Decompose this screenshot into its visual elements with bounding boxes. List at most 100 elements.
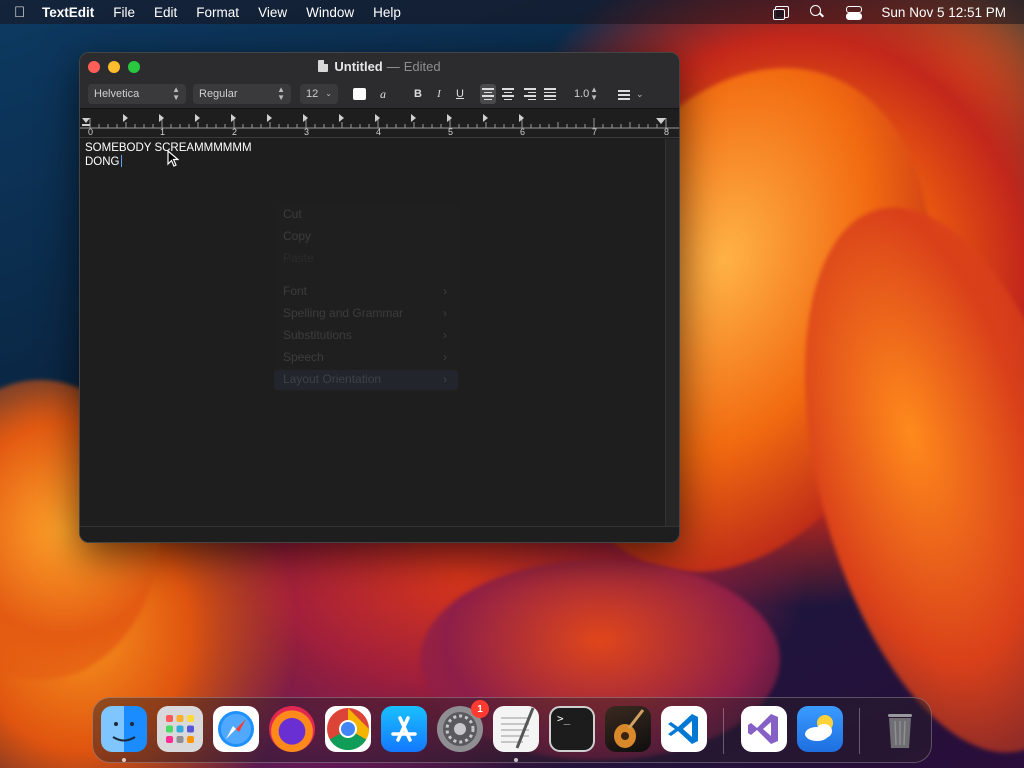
ruler-number: 8	[664, 127, 670, 137]
menu-edit[interactable]: Edit	[154, 5, 177, 20]
tab-stop-marker	[411, 114, 416, 122]
chrome-icon[interactable]	[325, 706, 371, 752]
menu-window[interactable]: Window	[306, 5, 354, 20]
context-menu-item-spelling[interactable]: Spelling and Grammar ›	[283, 306, 453, 320]
chevron-down-icon: ⌄	[636, 88, 644, 99]
popup-arrows-icon: ▲ ▼	[277, 85, 285, 102]
font-style-value: Regular	[199, 88, 238, 100]
chevron-down-icon: ⌄	[325, 89, 332, 98]
context-menu-item-substitutions[interactable]: Substitutions ›	[283, 328, 453, 342]
tab-stop-marker	[483, 114, 488, 122]
context-menu-item-paste[interactable]: Paste	[283, 251, 453, 265]
visual-studio-icon[interactable]	[741, 706, 787, 752]
menu-clock[interactable]: Sun Nov 5 12:51 PM	[881, 5, 1006, 20]
menu-help[interactable]: Help	[373, 5, 401, 20]
spotlight-search-icon[interactable]	[809, 5, 825, 19]
align-left-button[interactable]	[480, 84, 496, 104]
text-color-well[interactable]	[353, 88, 366, 100]
first-line-indent-marker	[82, 118, 90, 123]
context-menu-item-cut[interactable]: Cut	[283, 207, 453, 221]
mouse-pointer-icon	[167, 150, 179, 167]
safari-icon[interactable]	[213, 706, 259, 752]
ruler-number: 7	[592, 127, 598, 137]
menu-bar:  TextEdit File Edit Format View Window …	[0, 0, 1024, 24]
left-indent-marker	[82, 124, 90, 126]
tab-stop-marker	[267, 114, 272, 122]
terminal-icon[interactable]: >_	[549, 706, 595, 752]
ruler[interactable]: 0 1 2 3 4 5 6 7 8	[80, 110, 679, 138]
font-family-value: Helvetica	[94, 88, 140, 100]
finder-icon[interactable]	[101, 706, 147, 752]
highlight-color-button[interactable]: a	[380, 84, 394, 104]
tab-stop-marker	[195, 114, 200, 122]
tab-stop-marker	[123, 114, 128, 122]
justify-button[interactable]	[543, 84, 557, 104]
edited-status: Edited	[403, 59, 441, 74]
ruler-number: 0	[88, 127, 94, 137]
ruler-number: 1	[160, 127, 166, 137]
screen-mirroring-icon[interactable]	[773, 5, 790, 20]
apple-menu-icon[interactable]: 	[14, 4, 42, 21]
launchpad-icon[interactable]	[157, 706, 203, 752]
ruler-number: 6	[520, 127, 526, 137]
dock-divider	[859, 708, 860, 754]
tab-stop-marker	[339, 114, 344, 122]
align-center-button[interactable]	[501, 84, 515, 104]
list-icon	[618, 89, 630, 100]
window-title: Untitled — Edited	[80, 59, 679, 74]
textedit-icon[interactable]	[493, 706, 539, 752]
list-bullets-popup[interactable]: ⌄	[618, 84, 648, 104]
window-bottom-edge	[80, 526, 679, 542]
document-name[interactable]: Untitled	[334, 59, 382, 74]
font-family-popup[interactable]: Helvetica ▲ ▼	[88, 84, 186, 104]
running-indicator	[122, 758, 126, 762]
menu-format[interactable]: Format	[196, 5, 239, 20]
right-margin-marker	[656, 118, 666, 124]
dock-divider	[723, 708, 724, 754]
menu-view[interactable]: View	[258, 5, 287, 20]
chevron-right-icon: ›	[443, 284, 447, 298]
line-spacing-popup[interactable]: 1.0 ▲ ▼	[568, 84, 604, 104]
chevron-right-icon: ›	[443, 306, 447, 320]
format-toolbar: Helvetica ▲ ▼ Regular ▲ ▼ 12 ⌄ a B I U 1.0	[80, 84, 679, 106]
chevron-right-icon: ›	[443, 372, 447, 386]
context-menu-fading: Cut Copy Paste Font › Spelling and Gramma…	[274, 204, 458, 392]
document-icon[interactable]	[318, 60, 329, 72]
menu-file[interactable]: File	[113, 5, 135, 20]
ruler-number: 3	[304, 127, 310, 137]
bold-button[interactable]: B	[411, 84, 425, 104]
menu-app-name[interactable]: TextEdit	[42, 5, 94, 20]
popup-arrows-icon: ▲ ▼	[172, 85, 180, 102]
garageband-icon[interactable]	[605, 706, 651, 752]
vscode-icon[interactable]	[661, 706, 707, 752]
system-settings-icon[interactable]: 1	[437, 700, 489, 752]
context-menu-item-speech[interactable]: Speech ›	[283, 350, 453, 364]
dock: 1 >_	[92, 697, 932, 763]
underline-button[interactable]: U	[453, 84, 467, 104]
trash-icon[interactable]	[877, 706, 923, 752]
weather-icon[interactable]	[797, 706, 843, 752]
font-size-combo[interactable]: 12 ⌄	[300, 84, 338, 104]
chevron-right-icon: ›	[443, 328, 447, 342]
firefox-icon[interactable]	[269, 706, 315, 752]
ruler-number: 5	[448, 127, 454, 137]
title-separator: —	[386, 59, 400, 74]
context-menu-item-layout-orientation[interactable]: Layout Orientation ›	[283, 372, 453, 386]
line-spacing-value: 1.0	[574, 88, 590, 100]
notification-badge: 1	[471, 700, 489, 718]
ruler-number: 2	[232, 127, 238, 137]
ruler-number: 4	[376, 127, 382, 137]
control-center-icon[interactable]	[845, 5, 863, 20]
align-right-button[interactable]	[522, 84, 536, 104]
document-line[interactable]: DONG	[85, 156, 120, 168]
context-menu-item-copy[interactable]: Copy	[283, 229, 453, 243]
vertical-scrollbar[interactable]	[665, 139, 679, 527]
font-style-popup[interactable]: Regular ▲ ▼	[193, 84, 291, 104]
chevron-right-icon: ›	[443, 350, 447, 364]
text-caret	[120, 155, 122, 167]
popup-arrows-icon: ▲ ▼	[590, 85, 598, 102]
app-store-icon[interactable]	[381, 706, 427, 752]
context-menu-item-font[interactable]: Font ›	[283, 284, 453, 298]
italic-button[interactable]: I	[432, 84, 446, 104]
terminal-prompt-glyph: >_	[557, 712, 571, 725]
